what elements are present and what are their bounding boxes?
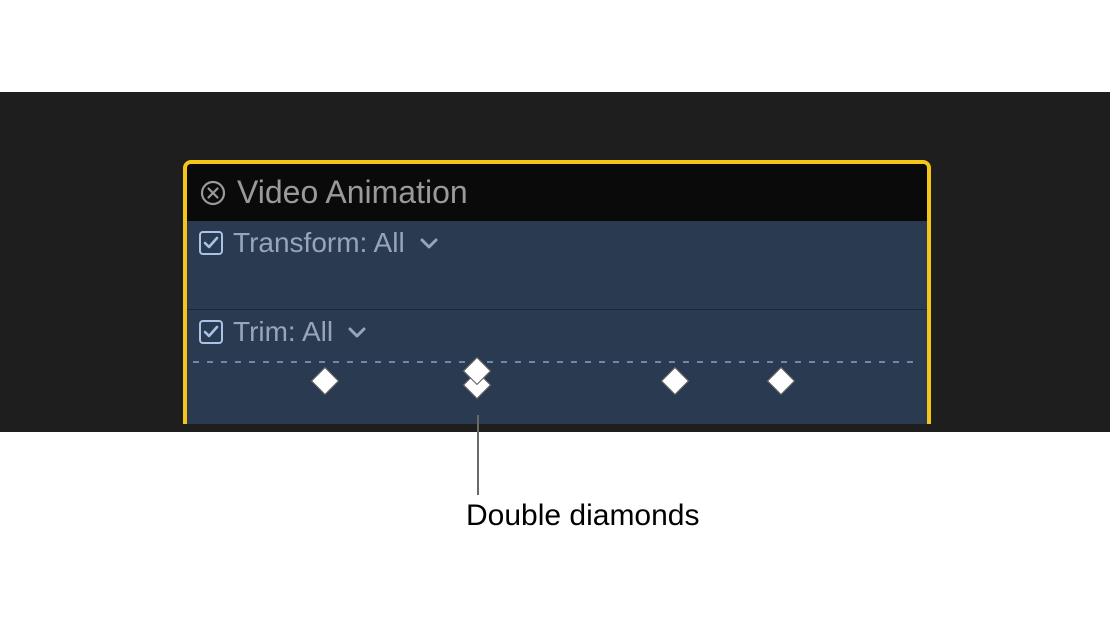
checkbox-transform[interactable] xyxy=(199,231,223,255)
keyframe-track[interactable] xyxy=(187,353,927,397)
keyframe-diamond-icon[interactable] xyxy=(661,367,689,395)
checkbox-trim[interactable] xyxy=(199,320,223,344)
annotation-callout: Double diamonds xyxy=(474,415,699,533)
parameter-row-transform[interactable]: Transform: All xyxy=(187,221,927,309)
row-label: Transform: All xyxy=(233,227,405,259)
panel-title: Video Animation xyxy=(237,174,468,211)
row-head: Trim: All xyxy=(187,310,927,354)
row-head: Transform: All xyxy=(187,221,927,265)
video-animation-panel: Video Animation Transform: All xyxy=(183,160,931,424)
chevron-down-icon[interactable] xyxy=(419,236,439,250)
track-line xyxy=(193,361,921,363)
keyframe-diamond-icon[interactable] xyxy=(767,367,795,395)
parameter-row-trim[interactable]: Trim: All xyxy=(187,309,927,397)
annotation-label: Double diamonds xyxy=(466,499,699,533)
close-icon[interactable] xyxy=(199,179,227,207)
chevron-down-icon[interactable] xyxy=(347,325,367,339)
panel-header: Video Animation xyxy=(187,164,927,221)
annotation-leader-line xyxy=(477,415,479,495)
keyframe-diamond-icon[interactable] xyxy=(311,367,339,395)
row-label: Trim: All xyxy=(233,316,333,348)
